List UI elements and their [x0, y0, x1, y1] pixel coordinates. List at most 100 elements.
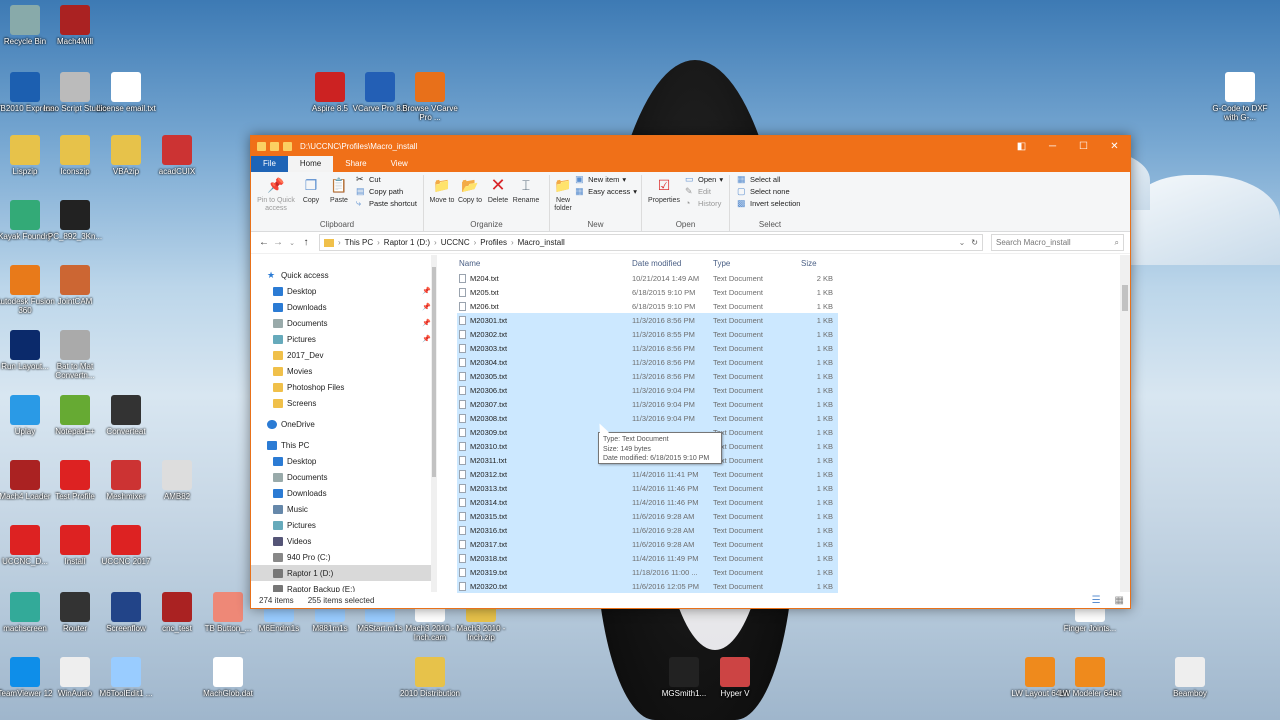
minimize-button[interactable]: ─: [1037, 141, 1068, 152]
file-row[interactable]: M20320.txt 11/6/2016 12:05 PM Text Documen…: [457, 579, 838, 593]
address-bar[interactable]: › This PC › Raptor 1 (D:) › UCCNC › Profile…: [319, 234, 983, 251]
back-arrow-icon[interactable]: ←: [257, 237, 271, 248]
nav-scroll-thumb[interactable]: [432, 267, 436, 477]
nav-item[interactable]: Documents 📌: [251, 315, 437, 331]
breadcrumb-uccnc[interactable]: UCCNC: [441, 238, 470, 247]
desktop-icon[interactable]: AMB82: [144, 460, 210, 501]
file-row[interactable]: M206.txt 6/18/2015 9:10 PM Text Document 1 …: [457, 299, 838, 313]
column-type[interactable]: Type: [713, 259, 799, 268]
nav-item[interactable]: 940 Pro (C:): [251, 549, 437, 565]
file-scrollbar[interactable]: [1120, 255, 1130, 592]
file-row[interactable]: M20307.txt 11/3/2016 9:04 PM Text Document…: [457, 397, 838, 411]
select-none-button[interactable]: ▢ Select none: [737, 187, 800, 197]
nav-item[interactable]: Screens: [251, 395, 437, 411]
title-bar[interactable]: D:\UCCNC\Profiles\Macro_install ◧ ─ ☐ ✕: [251, 136, 1130, 156]
file-row[interactable]: M20303.txt 11/3/2016 8:56 PM Text Document…: [457, 341, 838, 355]
file-row[interactable]: M20316.txt 11/6/2016 9:28 AM Text Document…: [457, 523, 838, 537]
details-view-icon[interactable]: ☰: [1092, 595, 1101, 606]
pin-icon[interactable]: 📌: [422, 319, 431, 327]
tab-view[interactable]: View: [379, 156, 420, 172]
file-row[interactable]: M20315.txt 11/6/2016 9:28 AM Text Document…: [457, 509, 838, 523]
file-row[interactable]: M20308.txt 11/3/2016 9:04 PM Text Document…: [457, 411, 838, 425]
forward-arrow-icon[interactable]: →: [271, 237, 285, 248]
file-row[interactable]: M20312.txt 11/4/2016 11:41 PM Text Documen…: [457, 467, 838, 481]
desktop-icon[interactable]: Browse VCarve Pro ...: [397, 72, 463, 122]
file-row[interactable]: M20305.txt 11/3/2016 8:56 PM Text Document…: [457, 369, 838, 383]
nav-item[interactable]: Photoshop Files: [251, 379, 437, 395]
tab-file[interactable]: File: [251, 156, 288, 172]
desktop-icon[interactable]: LW Modeler 64bit: [1057, 657, 1123, 698]
column-size[interactable]: Size: [799, 259, 837, 268]
desktop-icon[interactable]: License email.txt: [93, 72, 159, 113]
refresh-icon[interactable]: ↻: [971, 238, 978, 247]
pin-icon[interactable]: 📌: [422, 303, 431, 311]
nav-item[interactable]: Movies: [251, 363, 437, 379]
desktop-icon[interactable]: Hyper V: [702, 657, 768, 698]
file-row[interactable]: M20306.txt 11/3/2016 9:04 PM Text Document…: [457, 383, 838, 397]
search-box[interactable]: Search Macro_install ⌕: [991, 234, 1124, 251]
breadcrumb-profiles[interactable]: Profiles: [480, 238, 507, 247]
new-item-button[interactable]: ▣ New item ▾: [575, 175, 637, 185]
quick-access-toolbar[interactable]: [257, 141, 292, 151]
select-all-button[interactable]: ▦ Select all: [737, 175, 800, 185]
history-button[interactable]: ◔ History: [685, 199, 723, 209]
nav-item[interactable]: Documents: [251, 469, 437, 485]
desktop-icon[interactable]: Beamboy: [1157, 657, 1223, 698]
paste-shortcut-button[interactable]: ⤷ Paste shortcut: [356, 199, 417, 209]
file-row[interactable]: M20318.txt 11/4/2016 11:49 PM Text Documen…: [457, 551, 838, 565]
nav-onedrive[interactable]: OneDrive: [251, 416, 437, 432]
file-list[interactable]: Name Date modified Type Size M204.txt 10/…: [437, 255, 1130, 593]
desktop-icon[interactable]: acadCUIX: [144, 135, 210, 176]
maximize-button[interactable]: ☐: [1068, 141, 1099, 152]
nav-item[interactable]: Raptor 1 (D:): [251, 565, 437, 581]
nav-item[interactable]: Desktop: [251, 453, 437, 469]
breadcrumb-raptor[interactable]: Raptor 1 (D:): [384, 238, 430, 247]
nav-item[interactable]: Music: [251, 501, 437, 517]
file-row[interactable]: M20317.txt 11/6/2016 9:28 AM Text Document…: [457, 537, 838, 551]
nav-item[interactable]: Downloads 📌: [251, 299, 437, 315]
recent-chevron-icon[interactable]: ⌄: [285, 239, 299, 247]
desktop-icon[interactable]: M6ToolEdit1 ...: [93, 657, 159, 698]
nav-item[interactable]: Videos: [251, 533, 437, 549]
open-button[interactable]: ▭ Open ▾: [685, 175, 723, 185]
folder-icon[interactable]: [257, 141, 266, 151]
column-name[interactable]: Name: [457, 259, 632, 268]
invert-selection-button[interactable]: ▩ Invert selection: [737, 199, 800, 209]
nav-item[interactable]: Downloads: [251, 485, 437, 501]
properties-icon[interactable]: [270, 141, 279, 151]
desktop-icon[interactable]: Converteat: [93, 395, 159, 436]
desktop-icon[interactable]: UCCNC 2017: [93, 525, 159, 566]
desktop-icon[interactable]: Mach4Mill: [42, 5, 108, 46]
tab-share[interactable]: Share: [333, 156, 378, 172]
desktop-icon[interactable]: 2010 Distribution: [397, 657, 463, 698]
pin-icon[interactable]: 📌: [422, 335, 431, 343]
nav-item[interactable]: Desktop 📌: [251, 283, 437, 299]
breadcrumb-macro-install[interactable]: Macro_install: [518, 238, 565, 247]
file-row[interactable]: M20302.txt 11/3/2016 8:55 PM Text Document…: [457, 327, 838, 341]
file-row[interactable]: M20313.txt 11/4/2016 11:46 PM Text Documen…: [457, 481, 838, 495]
pin-icon[interactable]: 📌: [422, 287, 431, 295]
nav-quick-access[interactable]: ★ Quick access: [251, 267, 437, 283]
nav-item[interactable]: Pictures: [251, 517, 437, 533]
desktop-icon[interactable]: JointCAM: [42, 265, 108, 306]
desktop-icon[interactable]: PC_892_3Kn...: [42, 200, 108, 241]
easy-access-button[interactable]: ▦ Easy access ▾: [575, 187, 637, 197]
desktop-icon[interactable]: Bat to Mat Convertn...: [42, 330, 108, 380]
breadcrumb-this-pc[interactable]: This PC: [345, 238, 373, 247]
navigation-pane[interactable]: ★ Quick access Desktop 📌 Downloads 📌 Document…: [251, 255, 437, 592]
file-explorer-window[interactable]: D:\UCCNC\Profiles\Macro_install ◧ ─ ☐ ✕ …: [250, 135, 1131, 609]
file-row[interactable]: M20319.txt 11/18/2016 11:00 ... Text Docum…: [457, 565, 838, 579]
dropdown-chevron-icon[interactable]: ⌄: [959, 238, 966, 247]
copy-path-button[interactable]: ▤ Copy path: [356, 187, 417, 197]
file-row[interactable]: M204.txt 10/21/2014 1:49 AM Text Document 2…: [457, 271, 838, 285]
nav-item[interactable]: Pictures 📌: [251, 331, 437, 347]
close-button[interactable]: ✕: [1099, 141, 1130, 152]
up-arrow-icon[interactable]: ↑: [299, 237, 313, 248]
nav-item[interactable]: Raptor Backup (E:): [251, 581, 437, 592]
file-scroll-thumb[interactable]: [1122, 285, 1128, 311]
nav-item[interactable]: 2017_Dev: [251, 347, 437, 363]
help-icon[interactable]: ◧: [1006, 141, 1037, 152]
file-row[interactable]: M20301.txt 11/3/2016 8:56 PM Text Document…: [457, 313, 838, 327]
tab-home[interactable]: Home: [287, 156, 334, 172]
large-icons-view-icon[interactable]: ▦: [1115, 595, 1124, 606]
